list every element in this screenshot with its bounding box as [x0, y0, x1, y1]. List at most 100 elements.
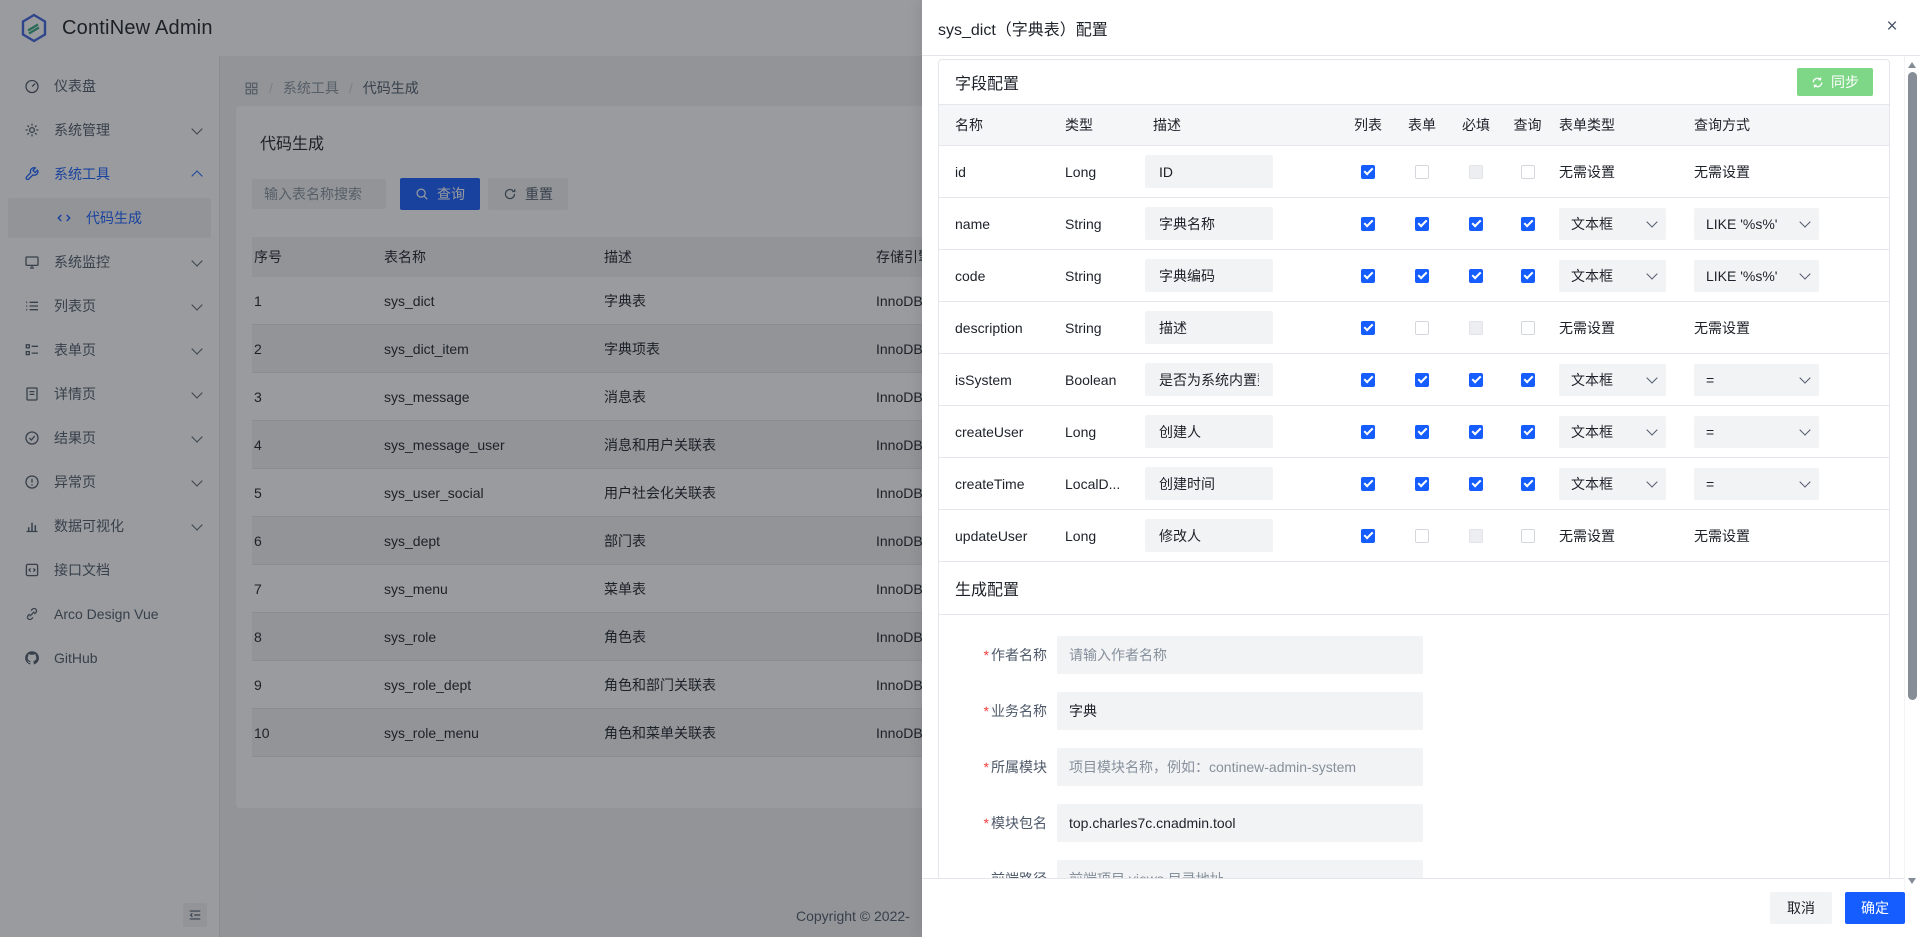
form-checkbox[interactable]: [1415, 321, 1429, 335]
list-checkbox[interactable]: [1361, 321, 1375, 335]
query-type-value: =: [1706, 372, 1714, 388]
form-type-value: 文本框: [1571, 422, 1613, 442]
query-checkbox[interactable]: [1521, 477, 1535, 491]
module-name-input[interactable]: [1057, 748, 1423, 786]
scroll-down-icon[interactable]: [1908, 878, 1916, 884]
field-row: createTime LocalD... 文本框 =: [939, 458, 1889, 510]
form-type-value: 无需设置: [1559, 162, 1615, 182]
form-type-select[interactable]: 文本框: [1559, 416, 1666, 448]
query-checkbox[interactable]: [1521, 373, 1535, 387]
query-checkbox[interactable]: [1521, 425, 1535, 439]
query-type-select[interactable]: LIKE '%s%': [1694, 260, 1819, 292]
scrollbar-thumb[interactable]: [1908, 72, 1917, 700]
required-checkbox[interactable]: [1469, 373, 1483, 387]
query-type-value: 无需设置: [1694, 526, 1750, 546]
query-checkbox[interactable]: [1521, 529, 1535, 543]
form-checkbox[interactable]: [1415, 269, 1429, 283]
sync-button[interactable]: 同步: [1797, 68, 1873, 96]
list-checkbox[interactable]: [1361, 165, 1375, 179]
required-checkbox[interactable]: [1469, 425, 1483, 439]
field-desc-input[interactable]: [1145, 415, 1273, 448]
form-type-select[interactable]: 无需设置: [1559, 312, 1666, 344]
list-checkbox[interactable]: [1361, 425, 1375, 439]
query-type-select[interactable]: =: [1694, 364, 1819, 396]
field-type: String: [1065, 268, 1145, 284]
query-checkbox[interactable]: [1521, 321, 1535, 335]
query-type-select[interactable]: 无需设置: [1694, 156, 1819, 188]
form-checkbox[interactable]: [1415, 217, 1429, 231]
form-type-select[interactable]: 文本框: [1559, 208, 1666, 240]
form-type-select[interactable]: 无需设置: [1559, 520, 1666, 552]
field-desc-input[interactable]: [1145, 311, 1273, 344]
required-mark: *: [984, 703, 989, 719]
close-icon[interactable]: ×: [1878, 12, 1906, 40]
query-checkbox[interactable]: [1521, 165, 1535, 179]
required-checkbox[interactable]: [1469, 321, 1483, 335]
required-checkbox[interactable]: [1469, 269, 1483, 283]
field-row: code String 文本框 LIKE '%s%': [939, 250, 1889, 302]
form-checkbox[interactable]: [1415, 529, 1429, 543]
column-header: 必填: [1449, 115, 1503, 135]
generate-config-section-header: 生成配置: [939, 562, 1889, 615]
list-checkbox[interactable]: [1361, 477, 1375, 491]
form-type-select[interactable]: 文本框: [1559, 364, 1666, 396]
drawer-footer: 取消 确定: [922, 878, 1920, 937]
generate-config-form: *作者名称 *业务名称 *所属模块 *模块包名: [939, 615, 1889, 878]
field-type: Long: [1065, 164, 1145, 180]
field-desc-input[interactable]: [1145, 259, 1273, 292]
list-checkbox[interactable]: [1361, 217, 1375, 231]
chevron-down-icon: [1799, 268, 1810, 279]
field-name: code: [939, 268, 1065, 284]
required-mark: *: [984, 759, 989, 775]
package-name-input[interactable]: [1057, 804, 1423, 842]
cancel-button[interactable]: 取消: [1770, 892, 1832, 924]
required-checkbox[interactable]: [1469, 217, 1483, 231]
form-checkbox[interactable]: [1415, 373, 1429, 387]
form-checkbox[interactable]: [1415, 477, 1429, 491]
chevron-down-icon: [1646, 424, 1657, 435]
list-checkbox[interactable]: [1361, 529, 1375, 543]
chevron-down-icon: [1799, 372, 1810, 383]
query-type-value: 无需设置: [1694, 318, 1750, 338]
form-row-business: *业务名称: [955, 692, 1889, 730]
query-checkbox[interactable]: [1521, 217, 1535, 231]
confirm-button[interactable]: 确定: [1845, 892, 1905, 924]
field-name: description: [939, 320, 1065, 336]
drawer-scrollbar[interactable]: [1904, 56, 1920, 890]
author-name-input[interactable]: [1057, 636, 1423, 674]
field-name: updateUser: [939, 528, 1065, 544]
required-checkbox[interactable]: [1469, 165, 1483, 179]
form-checkbox[interactable]: [1415, 165, 1429, 179]
query-type-select[interactable]: 无需设置: [1694, 312, 1819, 344]
query-type-select[interactable]: =: [1694, 468, 1819, 500]
form-type-value: 文本框: [1571, 214, 1613, 234]
business-name-input[interactable]: [1057, 692, 1423, 730]
form-type-value: 文本框: [1571, 474, 1613, 494]
config-panel: 字段配置 同步 名称 类型 描述 列表 表单 必填 查询: [938, 59, 1890, 878]
form-checkbox[interactable]: [1415, 425, 1429, 439]
chevron-down-icon: [1646, 216, 1657, 227]
form-type-select[interactable]: 文本框: [1559, 260, 1666, 292]
query-type-select[interactable]: 无需设置: [1694, 520, 1819, 552]
query-checkbox[interactable]: [1521, 269, 1535, 283]
field-desc-input[interactable]: [1145, 519, 1273, 552]
query-type-value: =: [1706, 476, 1714, 492]
list-checkbox[interactable]: [1361, 373, 1375, 387]
required-checkbox[interactable]: [1469, 529, 1483, 543]
form-type-select[interactable]: 文本框: [1559, 468, 1666, 500]
field-desc-input[interactable]: [1145, 207, 1273, 240]
query-type-select[interactable]: =: [1694, 416, 1819, 448]
scroll-up-icon[interactable]: [1908, 62, 1916, 68]
field-desc-input[interactable]: [1145, 467, 1273, 500]
field-name: createTime: [939, 476, 1065, 492]
list-checkbox[interactable]: [1361, 269, 1375, 283]
query-type-select[interactable]: LIKE '%s%': [1694, 208, 1819, 240]
required-checkbox[interactable]: [1469, 477, 1483, 491]
form-type-select[interactable]: 无需设置: [1559, 156, 1666, 188]
field-name: createUser: [939, 424, 1065, 440]
field-desc-input[interactable]: [1145, 155, 1273, 188]
field-desc-input[interactable]: [1145, 363, 1273, 396]
query-type-value: LIKE '%s%': [1706, 216, 1777, 232]
field-row: id Long 无需设置 无需设置: [939, 146, 1889, 198]
frontend-path-input[interactable]: [1057, 860, 1423, 878]
